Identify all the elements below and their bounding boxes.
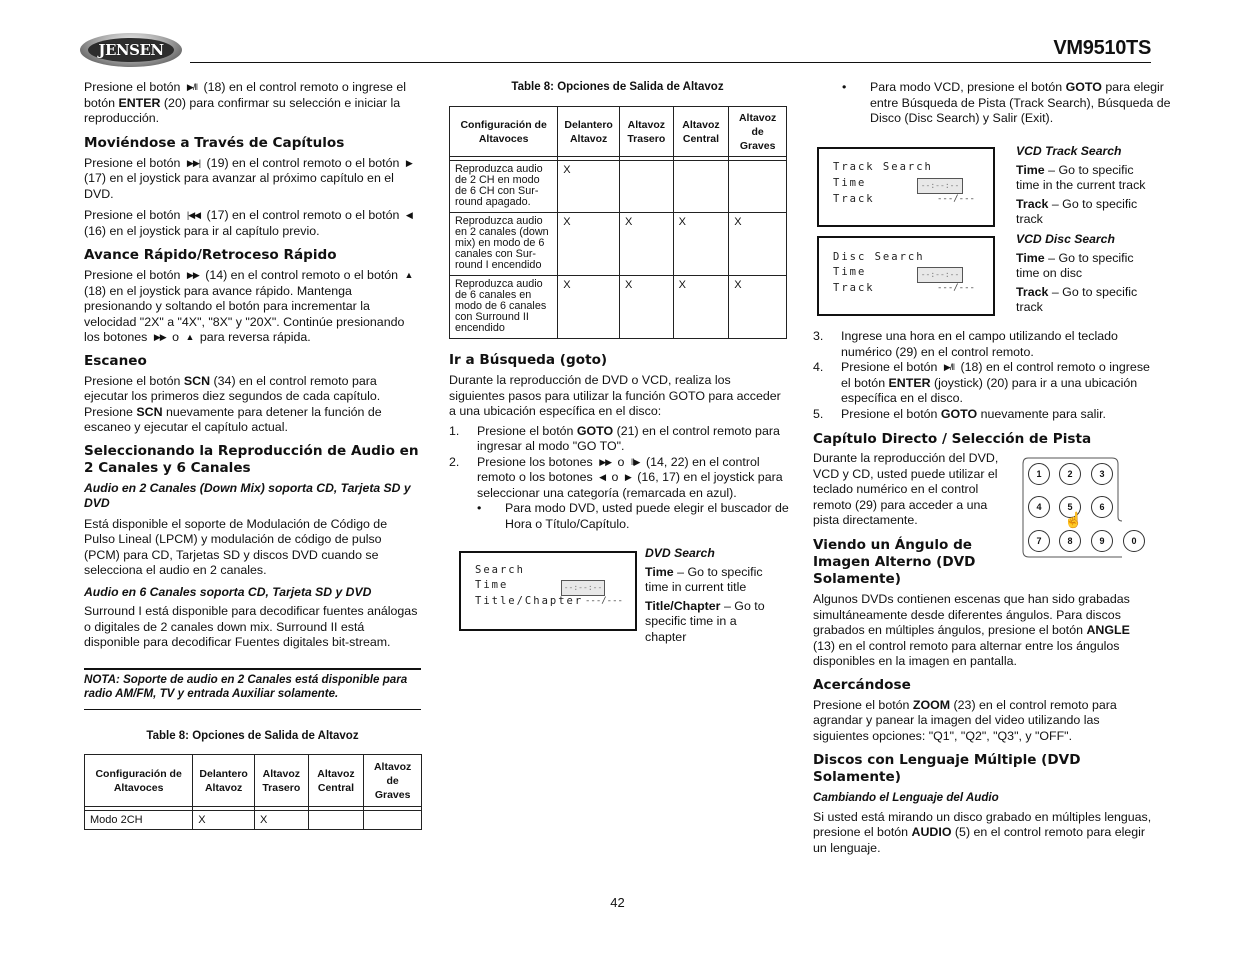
fast-forward-icon: ▶▶ (599, 456, 612, 467)
goto-step-5: 5. Presione el botón GOTO nuevamente par… (813, 406, 1106, 421)
chapters-next-paragraph: Presione el botón ▶▶| (19) en el control… (84, 156, 420, 203)
language-heading: Discos con Lenguaje Múltiple (DVD Solame… (813, 752, 1081, 785)
vcd-track-search-screen: Track Search Time Track --:--:-- ---/--- (817, 147, 995, 227)
ff-heading: Avance Rápido/Retroceso Rápido (84, 247, 337, 263)
fast-forward-icon: ▶▶ (153, 332, 167, 342)
table-row: Reproduzca audio en 2 canales (down mix)… (448, 212, 787, 276)
zoom-paragraph: Presione el botón ZOOM (23) en el contro… (813, 697, 1117, 743)
col-center: Altavoz Central (307, 754, 365, 807)
goto-step-1: 1. Presione el botón GOTO (21) en el con… (449, 423, 780, 454)
step-forward-icon: ‖▶ (630, 456, 641, 467)
middle-table-caption: Table 8: Opciones de Salida de Altavoz (511, 81, 724, 93)
angle-heading-wrap: Viendo un Ángulo de Imagen Alterno (DVD … (813, 537, 1013, 588)
jensen-logo: JENSEN (80, 33, 182, 67)
angle-heading: Viendo un Ángulo de Imagen Alterno (DVD … (813, 537, 976, 587)
table-row: Reproduzca audio de 2 CH en modo de 6 CH… (448, 160, 787, 213)
fast-forward-icon: ▶▶ (186, 270, 200, 280)
language-subheading: Cambiando el Lenguaje del Audio (813, 791, 999, 804)
up-arrow-icon: ▲ (185, 332, 194, 342)
logo-text: JENSEN (98, 41, 164, 59)
ff-paragraph: Presione el botón ▶▶ (14) en el control … (84, 268, 420, 346)
audio-2ch-paragraph: Está disponible el soporte de Modulación… (84, 516, 388, 578)
chapters-heading: Moviéndose a Través de Capítulos (84, 134, 345, 151)
numeric-keypad: 1 2 3 4 5 6 7 8 9 0 ☝ (1022, 457, 1145, 559)
key-3: 3 (1091, 463, 1113, 485)
language-paragraph: Si usted está mirando un disco grabado e… (813, 809, 1152, 855)
right-lower: Algunos DVDs contienen escenas que han s… (813, 592, 1153, 856)
goto-bullet-dvd: • Para modo DVD, usted puede elegir el b… (477, 501, 789, 531)
middle-speaker-table: Configuración de Altavoces Delantero Alt… (448, 106, 787, 339)
right-arrow-icon: ▶ (624, 472, 632, 482)
table-row: Modo 2CH X X (83, 810, 422, 830)
page-number: 42 (610, 895, 625, 910)
track-value: ---/--- (937, 283, 975, 293)
left-arrow-icon: ◀ (405, 210, 413, 220)
direct-paragraph: Durante la reproducción del DVD, VCD y C… (813, 451, 999, 527)
key-7: 7 (1028, 530, 1050, 552)
key-2: 2 (1059, 463, 1081, 485)
right-arrow-icon: ▶ (405, 157, 413, 168)
dvd-search-description: DVD Search Time – Go to specific time in… (645, 546, 765, 644)
goto-bullet-vcd: • Para modo VCD, presione el botón GOTO … (842, 80, 1171, 125)
prev-track-icon: |◀◀ (186, 210, 201, 220)
header-rule (190, 62, 1151, 63)
goto-section: Ir a Búsqueda (goto) Durante la reproduc… (449, 352, 789, 532)
col-sub: Altavoz de Graves (363, 754, 422, 807)
col-config: Configuración de Altavoces (83, 754, 194, 807)
scan-paragraph: Presione el botón SCN (34) en el control… (84, 373, 382, 435)
audio-heading: Seleccionando la Reproducción de Audio e… (84, 442, 419, 476)
audio-2ch-subheading: Audio en 2 Canales (Down Mix) soporta CD… (84, 480, 411, 511)
scan-heading: Escaneo (84, 352, 147, 369)
dvd-search-screen: Search Time Title/Chapter --:--:-- ---/-… (459, 551, 637, 631)
col-front: Delantero Altavoz (192, 754, 255, 807)
note-text: NOTA: Soporte de audio en 2 Canales está… (84, 673, 408, 700)
chapters-prev-paragraph: Presione el botón |◀◀ (17) en el control… (84, 208, 420, 239)
goto-step-2: 2. Presione los botones ▶▶ o ‖▶ (14, 22)… (449, 454, 783, 500)
zoom-heading: Acercándose (813, 676, 911, 693)
direct-heading: Capítulo Directo / Selección de Pista (813, 431, 1092, 447)
intro-paragraph: Presione el botón ▶/‖ (18) en el control… (84, 80, 406, 125)
vcd-disc-description: VCD Disc Search Time – Go to specific ti… (1016, 232, 1138, 314)
goto-intro: Durante la reproducción de DVD o VCD, re… (449, 373, 781, 418)
vcd-track-description: VCD Track Search Time – Go to specific t… (1016, 144, 1146, 226)
note-bottom-rule (84, 709, 421, 710)
time-field: --:--:-- (917, 267, 963, 283)
col-rear: Altavoz Trasero (254, 754, 309, 807)
left-speaker-table: Configuración de Altavoces Delantero Alt… (83, 754, 422, 830)
goto-steps-continued: 3. Ingrese una hora en el campo utilizan… (813, 329, 1153, 448)
key-4: 4 (1028, 496, 1050, 518)
play-pause-icon: ▶/‖ (186, 82, 198, 92)
note-top-rule (84, 668, 421, 670)
pointing-hand-icon: ☝ (1064, 512, 1083, 529)
left-column: Presione el botón ▶/‖ (18) en el control… (84, 80, 420, 651)
angle-paragraph: Algunos DVDs contienen escenas que han s… (813, 592, 1130, 668)
key-6: 6 (1091, 496, 1113, 518)
key-8: 8 (1059, 530, 1081, 552)
goto-heading: Ir a Búsqueda (goto) (449, 352, 608, 368)
vcd-disc-search-screen: Disc Search Time Track --:--:-- ---/--- (817, 236, 995, 316)
audio-6ch-subheading: Audio en 6 Canales soporta CD, Tarjeta S… (84, 584, 372, 599)
play-pause-icon: ▶/‖ (943, 362, 955, 372)
key-0: 0 (1123, 530, 1145, 552)
time-field: --:--:-- (561, 580, 605, 596)
next-track-icon: ▶▶| (186, 157, 201, 168)
goto-step-3: 3. Ingrese una hora en el campo utilizan… (813, 329, 1118, 359)
left-table-caption: Table 8: Opciones de Salida de Altavoz (146, 730, 359, 742)
left-arrow-icon: ◀ (599, 472, 606, 482)
key-9: 9 (1091, 530, 1113, 552)
goto-step-4: 4. Presione el botón ▶/‖ (18) en el cont… (813, 360, 1150, 405)
time-field: --:--:-- (917, 178, 963, 194)
key-1: 1 (1028, 463, 1050, 485)
up-arrow-icon: ▲ (404, 270, 414, 280)
model-title: VM9510TS (1053, 37, 1151, 59)
audio-6ch-paragraph: Surround I está disponible para decodifi… (84, 604, 418, 649)
track-value: ---/--- (937, 194, 975, 204)
chapter-value: ---/--- (585, 596, 623, 606)
table-row: Reproduzca audio de 6 canales en modo de… (448, 275, 787, 339)
